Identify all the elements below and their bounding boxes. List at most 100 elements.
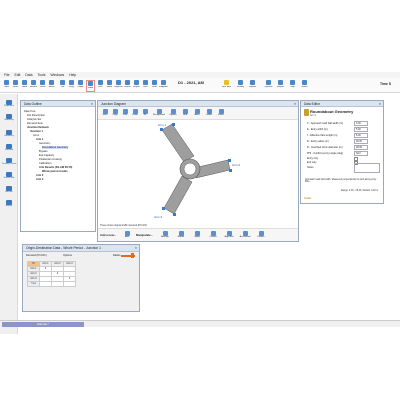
add-arm-button[interactable]: Arm: [120, 231, 134, 238]
ribbon-auto-button[interactable]: Auto: [150, 80, 159, 92]
jd-options-button[interactable]: Options: [168, 109, 178, 116]
jd-print-button[interactable]: Print: [120, 109, 130, 116]
arc-extend-button[interactable]: Arc Extend: [238, 231, 252, 238]
close-icon[interactable]: ×: [135, 245, 137, 252]
jd-zoom-button[interactable]: Zoom: [130, 109, 140, 116]
jd-fit-button[interactable]: Fit: [140, 109, 150, 116]
arm-1-handle[interactable]: [172, 123, 175, 126]
ribbon-run-button[interactable]: Run: [96, 80, 105, 92]
ribbon-arcady-button[interactable]: Arcady: [236, 80, 245, 92]
nav-properties[interactable]: Properties: [1, 100, 17, 112]
menu-help[interactable]: Help: [69, 73, 76, 77]
tree-item[interactable]: Analysis Set: [27, 118, 41, 121]
tree-item-arm[interactable]: Arm 3: [36, 178, 43, 181]
tree-item[interactable]: Pedestrian crossing: [39, 158, 62, 161]
ribbon-undo-button[interactable]: Undo: [38, 80, 47, 92]
align-exit-button[interactable]: Align Exit: [222, 231, 236, 238]
tree-item-arm[interactable]: Arm 2: [36, 174, 43, 177]
options-button[interactable]: Options: [63, 254, 72, 257]
tree-item-selected[interactable]: Roundabout Geometry: [42, 146, 69, 149]
jd-background-button[interactable]: Background: [152, 109, 166, 116]
radius-slider-handle[interactable]: [131, 253, 134, 258]
ribbon-redo-button[interactable]: Redo: [47, 80, 56, 92]
ribbon-run2-button[interactable]: Run: [141, 80, 150, 92]
arm-2-handle[interactable]: [228, 159, 231, 162]
menu-file[interactable]: File: [4, 73, 9, 77]
nav-turning-counts[interactable]: Turning Counts: [1, 158, 17, 170]
tab-data-set[interactable]: Data Set *: [2, 322, 84, 327]
notes-textarea[interactable]: [354, 163, 380, 173]
ribbon-copy-button[interactable]: Copy: [67, 80, 76, 92]
nav-results[interactable]: Results: [1, 186, 17, 198]
nav-report[interactable]: Report: [1, 200, 17, 212]
ribbon-import-button[interactable]: Import: [123, 80, 132, 92]
ribbon-about-button[interactable]: About: [300, 80, 309, 92]
tree-item[interactable]: Arms: [33, 134, 39, 137]
ribbon-layout-button[interactable]: Layout: [248, 80, 257, 92]
entry-width-input[interactable]: 5.00: [354, 127, 368, 132]
menu-edit[interactable]: Edit: [14, 73, 20, 77]
ribbon-report-button[interactable]: Report: [276, 80, 285, 92]
ribbon-new-button[interactable]: New: [2, 80, 11, 92]
tree-item[interactable]: Bypass: [39, 150, 48, 153]
ribbon-runresults-button[interactable]: Run Results: [222, 80, 231, 92]
close-icon[interactable]: ×: [91, 101, 93, 107]
rotate-button[interactable]: Rotate: [174, 231, 188, 238]
arm-3-handle[interactable]: [162, 207, 165, 210]
jd-arms-button[interactable]: Arms: [192, 109, 202, 116]
tree-item[interactable]: Geometry: [39, 142, 50, 145]
ribbon-help-button[interactable]: Help: [288, 80, 297, 92]
junction-canvas[interactable]: Arm 1 Arm 2 Arm 3: [98, 120, 298, 224]
demand-units-dropdown[interactable]: Demand (PCU/hr): [26, 254, 47, 257]
flatten-button[interactable]: Flatten: [254, 231, 268, 238]
close-icon[interactable]: ×: [379, 101, 381, 107]
entry-radius-input[interactable]: 20.00: [354, 139, 368, 144]
menu-data[interactable]: Data: [25, 73, 32, 77]
ribbon-open-button[interactable]: Open: [11, 80, 20, 92]
tree-item[interactable]: File Description: [27, 114, 45, 117]
tree-item[interactable]: Demand Sets: [27, 122, 43, 125]
ribbon-paste-button[interactable]: Paste: [76, 80, 85, 92]
nav-geometry[interactable]: Geometry: [1, 130, 17, 142]
tree-item[interactable]: Junction Network: [27, 126, 49, 129]
tree-root[interactable]: Data Tree: [24, 110, 35, 113]
ribbon-audit-button[interactable]: Audit: [105, 80, 114, 92]
tree-item-arm[interactable]: Arm 1: [36, 138, 43, 141]
nav-vehicle-mix[interactable]: Vehicle Mix: [1, 172, 17, 184]
jd-save-button[interactable]: Save: [100, 109, 110, 116]
jd-grid-button[interactable]: Grid: [180, 109, 190, 116]
ribbon-data-button[interactable]: Data: [86, 80, 95, 92]
arm-1-handle[interactable]: [160, 128, 163, 131]
menu-windows[interactable]: Windows: [50, 73, 64, 77]
ribbon-cut-button[interactable]: Cut: [58, 80, 67, 92]
tree-item[interactable]: Arm Results (D1-AM 08:15): [39, 166, 72, 169]
tree-item[interactable]: Whole period results: [42, 170, 68, 173]
jd-labels-button[interactable]: Labels: [204, 109, 214, 116]
arm-2-handle[interactable]: [229, 169, 232, 172]
tree-item-junction[interactable]: Junction 1: [30, 130, 43, 133]
tree-item[interactable]: Calibration: [39, 162, 51, 165]
time-segment-label[interactable]: Time S: [380, 82, 391, 86]
nav-summary[interactable]: Summary: [1, 114, 17, 126]
arm-1-road[interactable]: [161, 123, 195, 163]
nav-demand[interactable]: Demand: [1, 144, 17, 156]
jd-copy-button[interactable]: Copy: [110, 109, 120, 116]
arrange-button[interactable]: Arrange: [158, 231, 172, 238]
ribbon-export-button[interactable]: Export: [132, 80, 141, 92]
ribbon-save-button[interactable]: Save: [20, 80, 29, 92]
ribbon-reports-button[interactable]: Reports: [114, 80, 123, 92]
icd-input[interactable]: 28.00: [354, 145, 368, 150]
menu-tools[interactable]: Tools: [37, 73, 45, 77]
ribbon-options-button[interactable]: Options: [264, 80, 273, 92]
curved-button[interactable]: Curved: [206, 231, 220, 238]
flare-length-input[interactable]: 5.00: [354, 133, 368, 138]
tree-item[interactable]: Exit Capacity: [39, 154, 54, 157]
details-link[interactable]: Details: [304, 197, 311, 200]
jd-flows-button[interactable]: Flows: [216, 109, 226, 116]
ribbon-recent-button[interactable]: Recent: [29, 80, 38, 92]
splay-button[interactable]: Splay: [190, 231, 204, 238]
arm-3-road[interactable]: [163, 175, 193, 215]
ribbon-diagram-button[interactable]: Diagram: [159, 80, 168, 92]
half-width-input[interactable]: 3.00: [354, 121, 368, 126]
arm-3-handle[interactable]: [173, 213, 176, 216]
